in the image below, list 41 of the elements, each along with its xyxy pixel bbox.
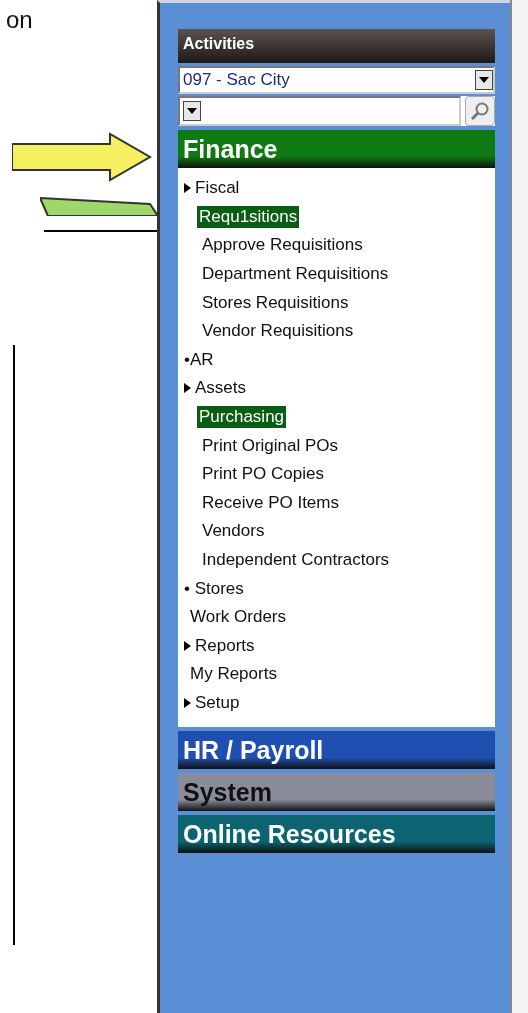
dropdown-icon [183,101,201,121]
arrow-icon [40,196,160,216]
submenu-item[interactable]: Vendors [178,517,495,546]
menu-item[interactable]: Requ1sitions [197,205,300,228]
module-header[interactable]: System [178,773,495,812]
menu-item-label: Assets [195,378,247,399]
module-header[interactable]: Online Resources [178,815,495,854]
submenu-item[interactable]: Print Original POs [178,431,495,460]
submenu-item[interactable]: Independent Contractors [178,545,495,575]
menu-item-label: Reports [195,635,255,656]
search-icon [470,101,490,121]
menu-item[interactable]: Purchasing [197,406,287,429]
panel-title: Activities [178,29,495,63]
menu-item[interactable]: Reports [178,631,495,661]
page-text: on [6,6,33,34]
submenu-item[interactable]: Department Requisitions [178,259,495,289]
search-button[interactable] [465,96,495,126]
menu-item[interactable]: My Reports [178,660,495,689]
submenu-item[interactable]: Vendor Requisitions [178,316,495,346]
expand-icon [184,183,191,194]
dropdown-icon [475,70,493,90]
menu-item[interactable]: •AR [178,345,495,375]
menu-item-label: Setup [195,693,240,713]
expand-icon [184,383,191,394]
module-header[interactable]: Finance [178,130,495,168]
district-select[interactable]: 097 - Sac City [178,66,495,94]
menu-item[interactable]: Setup [178,688,495,718]
menu-item[interactable]: Assets [178,374,495,403]
arrow-icon [12,132,152,182]
submenu-item[interactable]: Approve Requisitions [178,231,495,260]
menu-item[interactable]: Work Orders [178,602,495,632]
menu-item[interactable]: Fiscal [178,174,495,203]
menu-item-label: Fiscal [195,178,240,199]
expand-icon [184,698,191,708]
submenu-item[interactable]: Receive PO Items [178,488,495,518]
submenu-item[interactable]: Print PO Copies [178,459,495,489]
expand-icon [184,640,191,651]
search-select[interactable] [178,96,461,126]
submenu-item[interactable]: Stores Requisitions [178,288,495,317]
module-header[interactable]: HR / Payroll [178,731,495,770]
menu-item[interactable]: • Stores [178,574,495,603]
